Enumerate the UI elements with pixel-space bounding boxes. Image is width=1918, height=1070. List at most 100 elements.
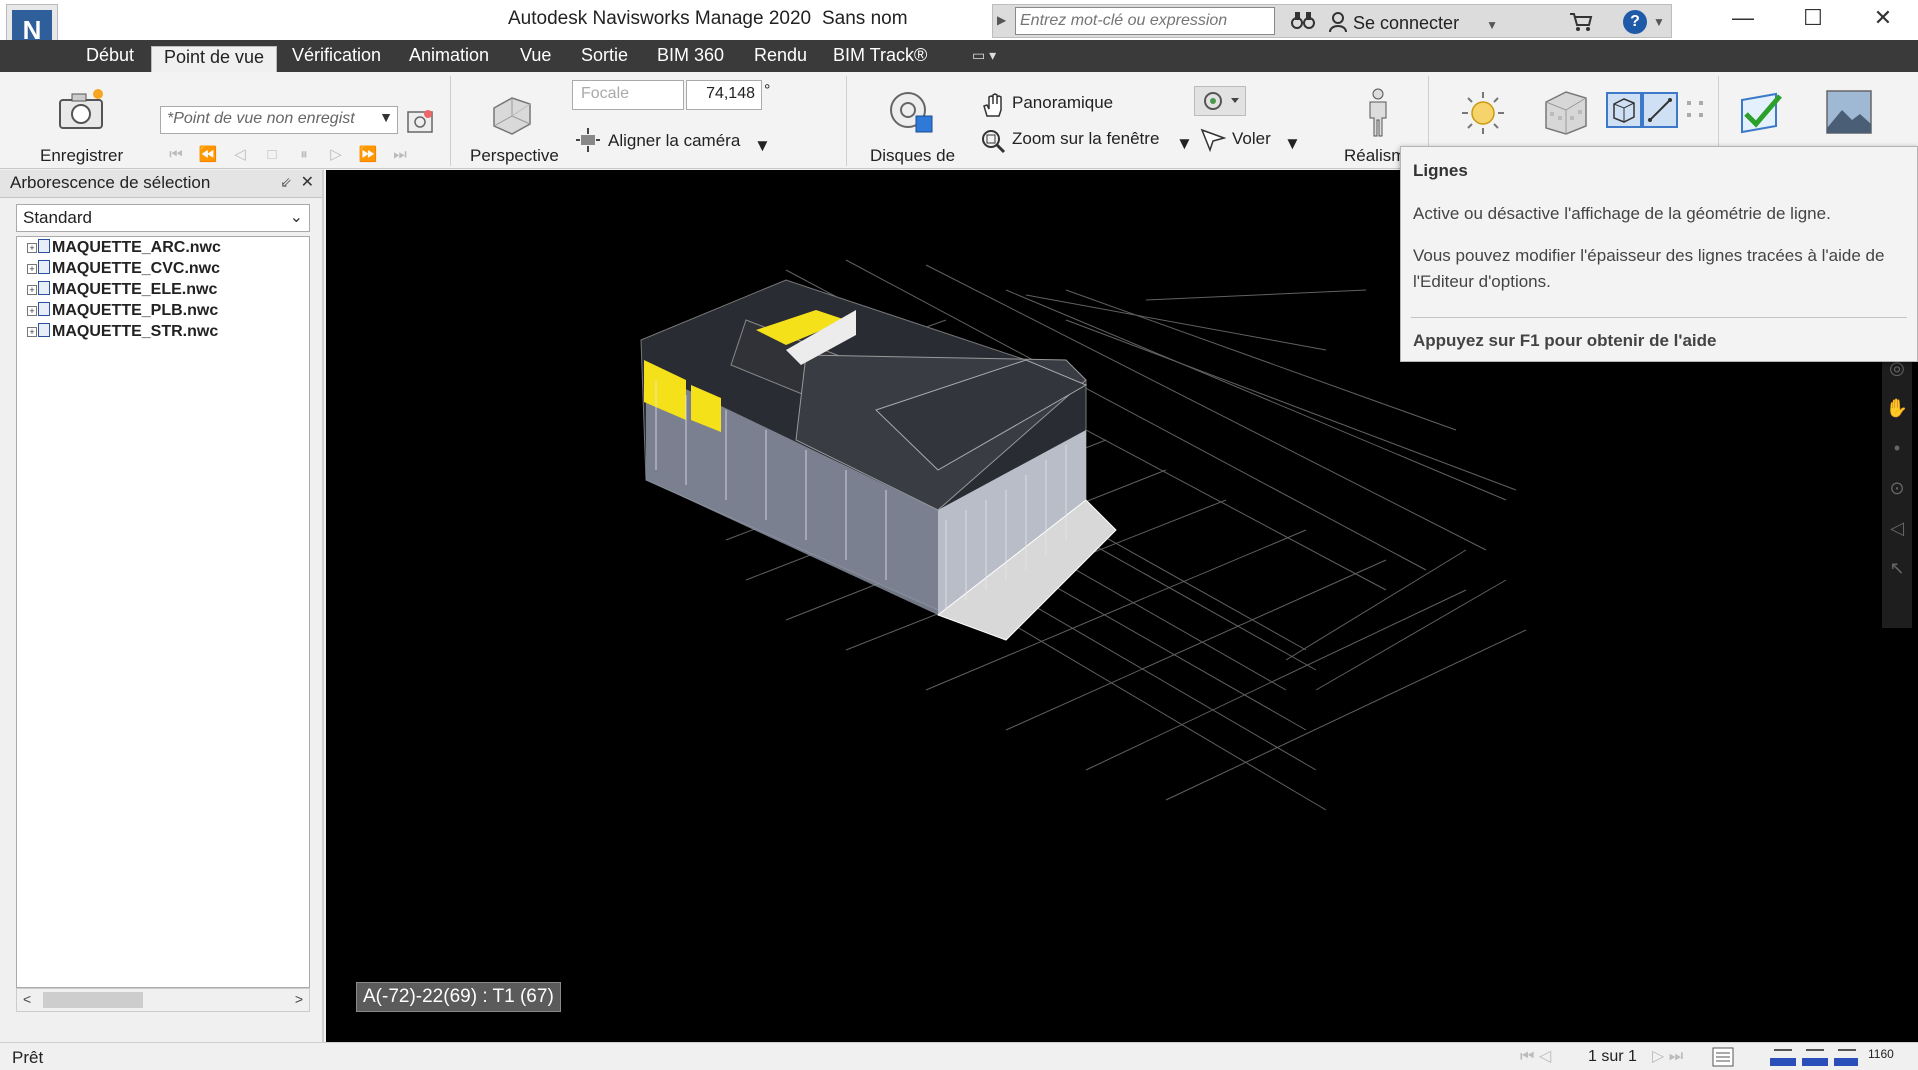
- perspective-button[interactable]: Perspective: [470, 146, 559, 166]
- panel-title: Arborescence de sélection: [10, 173, 211, 192]
- page-indicator: 1 sur 1: [1588, 1048, 1637, 1065]
- chevron-left-icon[interactable]: <: [23, 991, 31, 1007]
- save-viewpoint-label[interactable]: Enregistrer: [40, 146, 123, 166]
- tab-vue[interactable]: Vue: [520, 45, 551, 66]
- chevron-down-icon[interactable]: ▼: [1176, 134, 1193, 154]
- surfaces-toggle[interactable]: [1606, 92, 1642, 128]
- expand-icon[interactable]: +: [27, 327, 37, 337]
- tooltip-help-hint: Appuyez sur F1 pour obtenir de l'aide: [1413, 331, 1717, 350]
- navigation-bar: ◎ ✋ • ⊙ ◁ ↖: [1882, 348, 1912, 628]
- pan-icon[interactable]: ✋: [1882, 388, 1912, 428]
- zoom-window-button[interactable]: Zoom sur la fenêtre: [1012, 129, 1159, 149]
- tab-rendu[interactable]: Rendu: [754, 45, 807, 66]
- tree-item-label: MAQUETTE_PLB.nwc: [52, 302, 219, 319]
- tab-sortie[interactable]: Sortie: [581, 45, 628, 66]
- close-icon[interactable]: ✕: [301, 172, 314, 192]
- minimize-button[interactable]: —: [1710, 0, 1776, 40]
- viewpoint-settings-icon[interactable]: [406, 108, 434, 139]
- file-icon: [38, 281, 50, 295]
- maximize-button[interactable]: ☐: [1780, 0, 1846, 40]
- realism-button[interactable]: Réalism: [1344, 146, 1405, 166]
- steering-wheels-button[interactable]: Disques de: [870, 146, 955, 166]
- page-prev-controls[interactable]: ⏮ ◁: [1520, 1046, 1551, 1066]
- chevron-down-icon[interactable]: ▼: [379, 109, 393, 125]
- section-check-icon[interactable]: [1736, 90, 1786, 141]
- expand-icon[interactable]: +: [27, 264, 37, 274]
- pin-icon[interactable]: ⇙: [280, 174, 292, 191]
- last-icon[interactable]: ⏭: [384, 146, 416, 163]
- viewpoint-combo[interactable]: *Point de vue non enregist ▼: [160, 106, 398, 134]
- tree-item[interactable]: + MAQUETTE_ELE.nwc: [17, 281, 309, 302]
- focal-field[interactable]: Focale: [572, 80, 684, 110]
- person-icon[interactable]: [1366, 88, 1390, 143]
- tree-item[interactable]: + MAQUETTE_PLB.nwc: [17, 302, 309, 323]
- steering-wheel-icon[interactable]: [888, 90, 938, 141]
- focal-value-field[interactable]: 74,148: [686, 80, 762, 110]
- tab-animation[interactable]: Animation: [409, 45, 489, 66]
- fly-icon: [1200, 128, 1227, 157]
- binoculars-icon[interactable]: [1291, 10, 1315, 36]
- document-title: Sans nom: [822, 8, 908, 29]
- prev-key-icon[interactable]: ⏪: [192, 145, 224, 163]
- panel-header: Arborescence de sélection ⇙ ✕: [0, 170, 322, 198]
- scrollbar-thumb[interactable]: [43, 992, 143, 1008]
- tab-point-de-vue[interactable]: Point de vue: [151, 46, 278, 72]
- tree-mode-select[interactable]: Standard ⌄: [16, 204, 310, 232]
- background-image-icon[interactable]: [1824, 88, 1874, 141]
- perspective-cube-icon[interactable]: [488, 90, 536, 141]
- pause-icon[interactable]: ⏸: [288, 146, 320, 163]
- align-camera-icon: [576, 128, 600, 157]
- camera-icon[interactable]: [56, 88, 106, 137]
- close-button[interactable]: ✕: [1850, 0, 1916, 40]
- status-text: Prêt: [12, 1048, 44, 1067]
- user-icon: [1329, 12, 1347, 32]
- tree-item[interactable]: + MAQUETTE_CVC.nwc: [17, 260, 309, 281]
- tree-item[interactable]: + MAQUETTE_ARC.nwc: [17, 239, 309, 260]
- chevron-right-icon[interactable]: >: [295, 991, 303, 1007]
- render-style-icon[interactable]: [1540, 88, 1592, 141]
- ribbon-tabs: Début Point de vue Vérification Animatio…: [0, 40, 1918, 72]
- signin-button[interactable]: Se connecter ▼: [1329, 12, 1498, 34]
- performance-indicators: [1770, 1046, 1860, 1070]
- grid-location-label: A(-72)-22(69) : T1 (67): [356, 982, 561, 1012]
- zoom-icon[interactable]: ⊙: [1882, 468, 1912, 508]
- expand-icon[interactable]: +: [27, 243, 37, 253]
- tooltip-divider: [1411, 317, 1907, 318]
- chevron-down-icon[interactable]: ▼: [1486, 18, 1498, 32]
- expand-icon[interactable]: +: [27, 285, 37, 295]
- lines-toggle[interactable]: [1642, 92, 1678, 128]
- orbit-dropdown[interactable]: [1194, 86, 1246, 116]
- fly-button[interactable]: Voler: [1232, 129, 1271, 149]
- tab-debut[interactable]: Début: [86, 45, 134, 66]
- chevron-down-icon[interactable]: ▼: [754, 136, 771, 156]
- play-icon[interactable]: ▷: [320, 145, 352, 163]
- select-icon[interactable]: ↖: [1882, 548, 1912, 588]
- chevron-down-icon[interactable]: ▼: [1284, 134, 1301, 154]
- search-input[interactable]: [1015, 7, 1275, 35]
- chevron-right-icon[interactable]: ▶: [997, 13, 1006, 27]
- cart-icon[interactable]: [1569, 11, 1593, 38]
- playback-controls: ⏮ ⏪ ◁ □ ⏸ ▷ ⏩ ⏭: [160, 144, 442, 168]
- tree-item[interactable]: + MAQUETTE_STR.nwc: [17, 323, 309, 344]
- help-icon[interactable]: ?: [1623, 10, 1647, 34]
- chevron-down-icon[interactable]: ▼: [1653, 15, 1665, 29]
- pan-button[interactable]: Panoramique: [1012, 93, 1113, 113]
- next-key-icon[interactable]: ⏩: [352, 145, 384, 163]
- first-icon[interactable]: ⏮: [160, 146, 192, 163]
- sheet-browser-icon[interactable]: [1712, 1047, 1734, 1070]
- expand-icon[interactable]: +: [27, 306, 37, 316]
- light-icon[interactable]: [1458, 90, 1508, 141]
- tree-item-label: MAQUETTE_ELE.nwc: [52, 281, 218, 298]
- chevron-down-icon[interactable]: ⌄: [290, 207, 303, 227]
- page-next-controls[interactable]: ▷ ⏭: [1652, 1046, 1683, 1066]
- align-camera-button[interactable]: Aligner la caméra: [608, 131, 740, 151]
- points-toggle[interactable]: [1684, 98, 1708, 122]
- tab-bimtrack[interactable]: BIM Track®: [833, 45, 927, 66]
- look-icon[interactable]: ◁: [1882, 508, 1912, 548]
- horizontal-scrollbar[interactable]: < >: [16, 988, 310, 1012]
- ribbon-options-icon[interactable]: ▭ ▾: [972, 47, 996, 64]
- tab-bim360[interactable]: BIM 360: [657, 45, 724, 66]
- play-back-icon[interactable]: ◁: [224, 145, 256, 163]
- tab-verification[interactable]: Vérification: [292, 45, 381, 66]
- stop-icon[interactable]: □: [256, 146, 288, 163]
